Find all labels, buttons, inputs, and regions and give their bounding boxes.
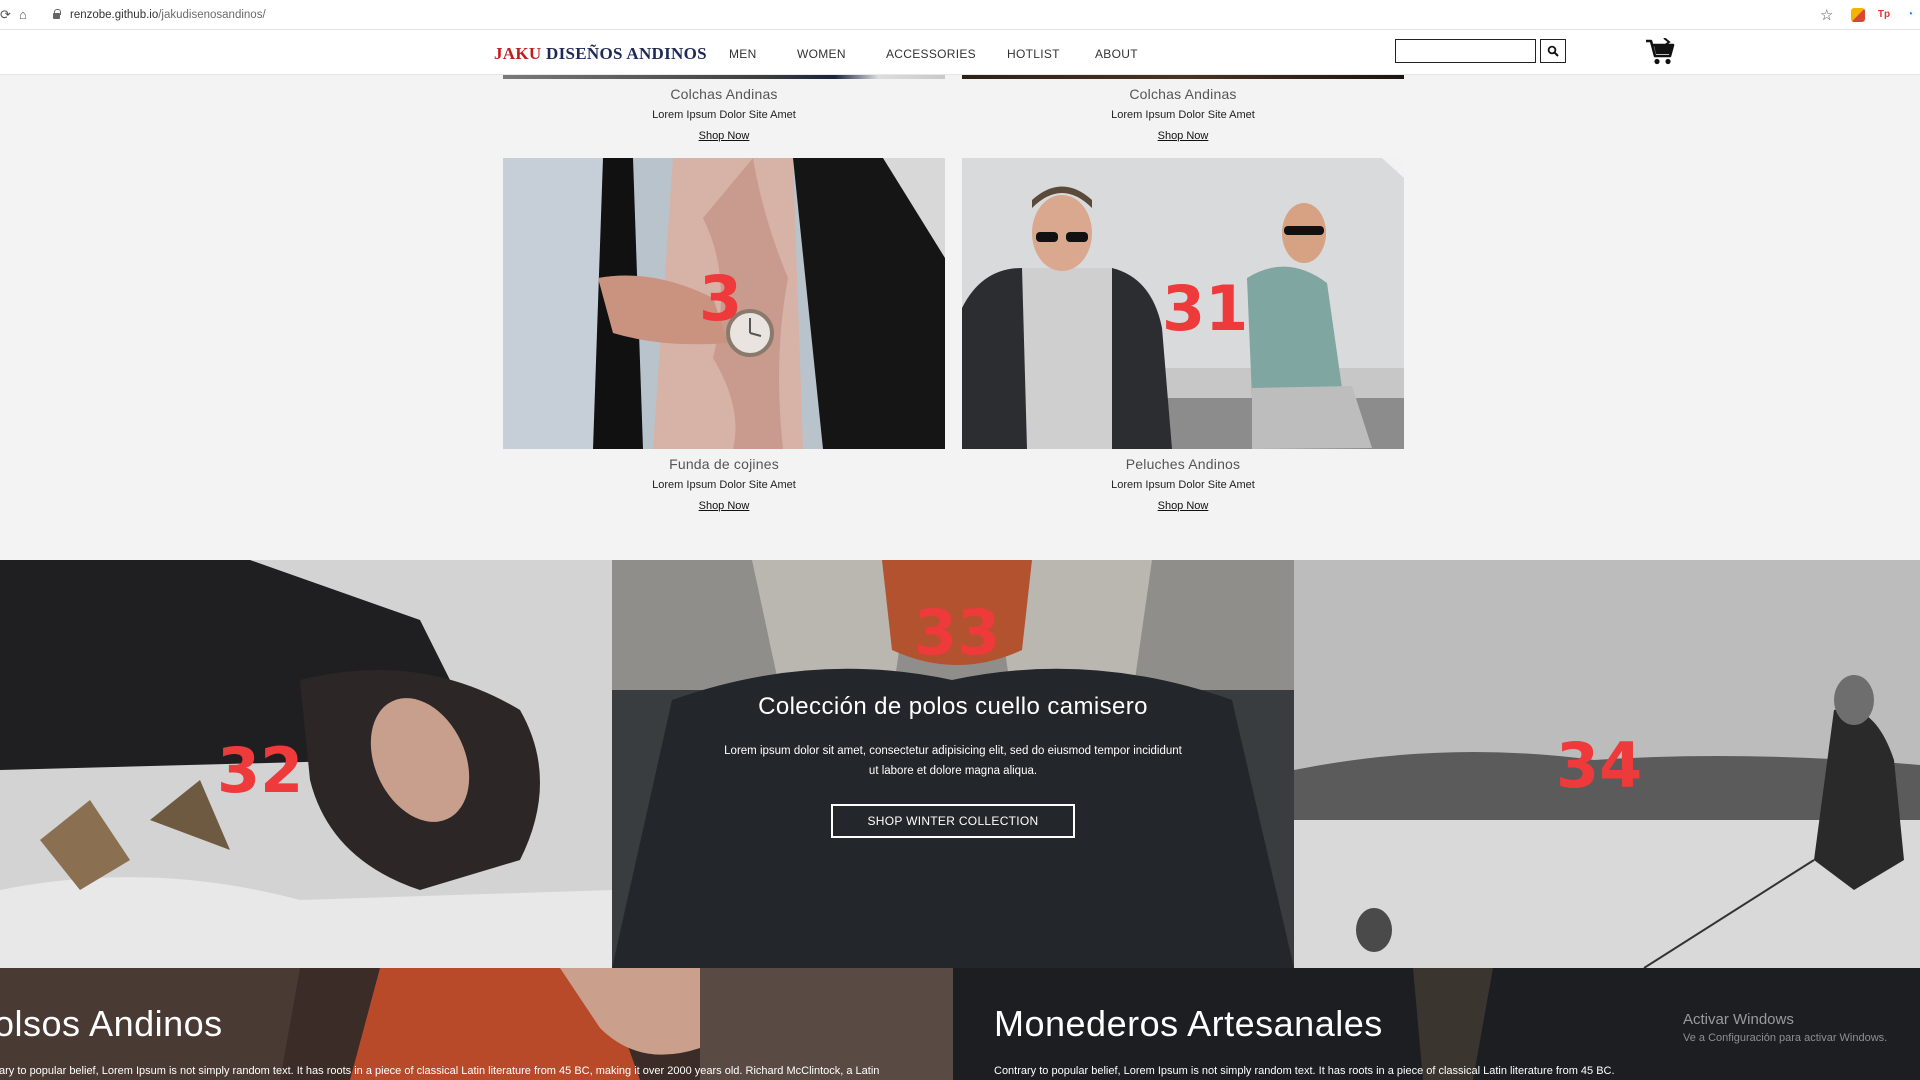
image-overlay-number: 33 bbox=[914, 596, 1001, 669]
bottom-panel-title: olsos Andinos bbox=[0, 1003, 223, 1044]
product-description: Lorem Ipsum Dolor Site Amet bbox=[652, 479, 796, 491]
lock-icon[interactable] bbox=[53, 9, 61, 19]
product-description: Lorem Ipsum Dolor Site Amet bbox=[1111, 479, 1255, 491]
product-title: Funda de cojines bbox=[669, 456, 779, 472]
product-title: Peluches Andinos bbox=[1125, 456, 1241, 472]
banner-description-line: ut labore et dolore magna aliqua. bbox=[868, 765, 1038, 777]
windows-activation-subtitle: Ve a Configuración para activar Windows. bbox=[1683, 1032, 1888, 1044]
banner-image-right[interactable]: 34 bbox=[1294, 560, 1920, 968]
banner-image-left[interactable]: 32 bbox=[0, 560, 612, 968]
url-path: /jakudisenosandinos/ bbox=[158, 9, 266, 21]
brand-accent: JAKU bbox=[494, 44, 542, 63]
banner-description-line: Lorem ipsum dolor sit amet, consectetur … bbox=[724, 745, 1182, 757]
url-host: renzobe.github.io bbox=[70, 9, 159, 21]
product-title: Colchas Andinas bbox=[670, 86, 778, 102]
address-bar[interactable]: renzobe.github.io/jakudisenosandinos/ bbox=[70, 9, 266, 21]
shop-now-link[interactable]: Shop Now bbox=[503, 500, 945, 512]
brand-name: DISEÑOS ANDINOS bbox=[541, 44, 707, 63]
shop-now-link[interactable]: Shop Now bbox=[503, 130, 945, 142]
shop-now-label[interactable]: Shop Now bbox=[699, 130, 750, 142]
extension-puzzle-icon[interactable] bbox=[1851, 8, 1865, 22]
extension-tp-icon[interactable]: Tp bbox=[1877, 8, 1891, 22]
search-input[interactable] bbox=[1395, 39, 1536, 63]
shop-now-label[interactable]: Shop Now bbox=[1158, 130, 1209, 142]
bottom-panel-title: Monederos Artesanales bbox=[994, 1003, 1383, 1044]
site-header: JAKU DISEÑOS ANDINOS MEN WOMEN ACCESSORI… bbox=[0, 30, 1920, 75]
product-image-stub[interactable] bbox=[503, 75, 945, 79]
browser-toolbar: ⟳ ⌂ renzobe.github.io/jakudisenosandinos… bbox=[0, 0, 1920, 30]
banner-headline: Colección de polos cuello camisero bbox=[758, 693, 1148, 720]
bottom-panel-text: ary to popular belief, Lorem Ipsum is no… bbox=[0, 1065, 880, 1077]
product-image-plush[interactable]: 31 bbox=[962, 158, 1404, 449]
bookmark-star-icon[interactable]: ☆ bbox=[1820, 6, 1833, 24]
image-overlay-number: 32 bbox=[217, 734, 304, 807]
image-overlay-number: 3 bbox=[699, 262, 743, 335]
extension-sync-icon[interactable]: ◔ bbox=[1903, 8, 1917, 22]
windows-activation-title: Activar Windows bbox=[1683, 1011, 1794, 1028]
bottom-panel-text: Contrary to popular belief, Lorem Ipsum … bbox=[994, 1065, 1615, 1077]
nav-about[interactable]: ABOUT bbox=[1095, 47, 1138, 61]
banner-photo bbox=[0, 560, 612, 968]
shop-now-link[interactable]: Shop Now bbox=[962, 130, 1404, 142]
shop-now-link[interactable]: Shop Now bbox=[962, 500, 1404, 512]
image-overlay-number: 34 bbox=[1556, 729, 1643, 802]
banner-description: Lorem ipsum dolor sit amet, consectetur … bbox=[722, 741, 1184, 781]
search-button[interactable] bbox=[1540, 39, 1566, 63]
nav-hotlist[interactable]: HOTLIST bbox=[1007, 47, 1060, 61]
home-icon[interactable]: ⌂ bbox=[19, 7, 27, 22]
shop-now-label[interactable]: Shop Now bbox=[699, 500, 750, 512]
product-image-cushion[interactable]: 3 bbox=[503, 158, 945, 449]
product-description: Lorem Ipsum Dolor Site Amet bbox=[652, 109, 796, 121]
bottom-panel-bolsos[interactable]: olsos Andinos ary to popular belief, Lor… bbox=[0, 968, 953, 1080]
brand-logo[interactable]: JAKU DISEÑOS ANDINOS bbox=[494, 44, 707, 64]
product-description: Lorem Ipsum Dolor Site Amet bbox=[1111, 109, 1255, 121]
shop-winter-collection-button[interactable]: SHOP WINTER COLLECTION bbox=[831, 804, 1075, 838]
nav-accessories[interactable]: ACCESSORIES bbox=[886, 47, 976, 61]
search-icon bbox=[1547, 45, 1559, 57]
cart-icon[interactable] bbox=[1645, 38, 1675, 66]
nav-men[interactable]: MEN bbox=[729, 47, 757, 61]
image-overlay-number: 31 bbox=[1162, 272, 1249, 345]
nav-women[interactable]: WOMEN bbox=[797, 47, 846, 61]
product-title: Colchas Andinas bbox=[1129, 86, 1237, 102]
shop-now-label[interactable]: Shop Now bbox=[1158, 500, 1209, 512]
reload-icon[interactable]: ⟳ bbox=[0, 7, 11, 23]
product-image-stub[interactable] bbox=[962, 75, 1404, 79]
